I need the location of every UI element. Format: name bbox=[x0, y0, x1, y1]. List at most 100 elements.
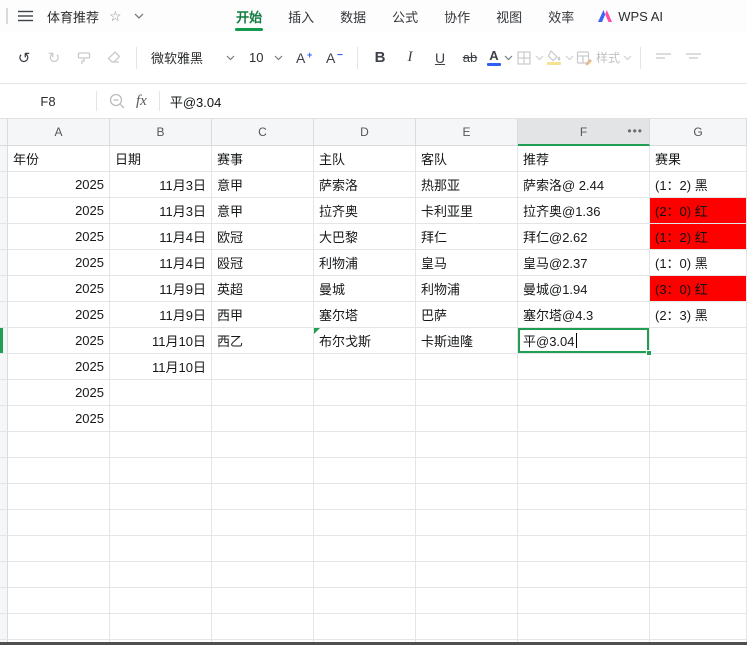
cell-G5[interactable]: (1：0) 黑 bbox=[650, 250, 747, 276]
cell-D11[interactable] bbox=[314, 406, 416, 432]
cell-E14[interactable] bbox=[416, 484, 518, 510]
ribbon-tab-6[interactable]: 视图 bbox=[483, 0, 535, 32]
cell-G13[interactable] bbox=[650, 458, 747, 484]
cell-A4[interactable]: 2025 bbox=[8, 224, 110, 250]
cell-E5[interactable]: 皇马 bbox=[416, 250, 518, 276]
row-header-5[interactable] bbox=[0, 250, 8, 276]
cell-A14[interactable] bbox=[8, 484, 110, 510]
cell-F4[interactable]: 拜仁@2.62 bbox=[518, 224, 650, 250]
cell-F17[interactable] bbox=[518, 562, 650, 588]
cell-F15[interactable] bbox=[518, 510, 650, 536]
column-header-F[interactable]: F ••• bbox=[518, 119, 650, 146]
column-options-icon[interactable]: ••• bbox=[627, 123, 643, 137]
cell-C2[interactable]: 意甲 bbox=[212, 172, 314, 198]
cell-C10[interactable] bbox=[212, 380, 314, 406]
cell-E19[interactable] bbox=[416, 614, 518, 640]
cell-G15[interactable] bbox=[650, 510, 747, 536]
cell-B10[interactable] bbox=[110, 380, 212, 406]
row-header-12[interactable] bbox=[0, 432, 8, 458]
cell-D8[interactable]: 布尔戈斯 bbox=[314, 328, 416, 354]
cell-A18[interactable] bbox=[8, 588, 110, 614]
cell-D1[interactable]: 主队 bbox=[314, 146, 416, 172]
cell-A9[interactable]: 2025 bbox=[8, 354, 110, 380]
strikethrough-button[interactable]: ab bbox=[456, 43, 484, 73]
cell-G10[interactable] bbox=[650, 380, 747, 406]
cell-D14[interactable] bbox=[314, 484, 416, 510]
cell-C13[interactable] bbox=[212, 458, 314, 484]
cell-E2[interactable]: 热那亚 bbox=[416, 172, 518, 198]
cell-A3[interactable]: 2025 bbox=[8, 198, 110, 224]
cell-F19[interactable] bbox=[518, 614, 650, 640]
cell-A5[interactable]: 2025 bbox=[8, 250, 110, 276]
cell-F12[interactable] bbox=[518, 432, 650, 458]
ribbon-tab-2[interactable]: 插入 bbox=[275, 0, 327, 32]
cell-B16[interactable] bbox=[110, 536, 212, 562]
cell-A19[interactable] bbox=[8, 614, 110, 640]
decrease-font-button[interactable]: A − bbox=[321, 43, 349, 73]
wps-ai-button[interactable]: WPS AI bbox=[597, 9, 663, 24]
favorite-button[interactable]: ☆ bbox=[107, 7, 124, 25]
cell-B18[interactable] bbox=[110, 588, 212, 614]
row-header-4[interactable] bbox=[0, 224, 8, 250]
undo-button[interactable]: ↺ bbox=[10, 43, 38, 73]
document-title[interactable]: 体育推荐 bbox=[47, 7, 99, 26]
cell-B13[interactable] bbox=[110, 458, 212, 484]
row-header-18[interactable] bbox=[0, 588, 8, 614]
row-header-corner[interactable] bbox=[0, 119, 8, 146]
cell-B6[interactable]: 11月9日 bbox=[110, 276, 212, 302]
formula-input[interactable]: 平@3.04 bbox=[170, 92, 747, 111]
font-color-button[interactable]: A bbox=[486, 43, 514, 73]
row-header-15[interactable] bbox=[0, 510, 8, 536]
row-header-16[interactable] bbox=[0, 536, 8, 562]
cell-G19[interactable] bbox=[650, 614, 747, 640]
cell-style-button[interactable]: 样式 bbox=[576, 43, 632, 73]
cell-G6[interactable]: (3：0) 红 bbox=[650, 276, 747, 302]
cell-C17[interactable] bbox=[212, 562, 314, 588]
ribbon-tab-5[interactable]: 协作 bbox=[431, 0, 483, 32]
cell-A11[interactable]: 2025 bbox=[8, 406, 110, 432]
row-header-10[interactable] bbox=[0, 380, 8, 406]
cell-C19[interactable] bbox=[212, 614, 314, 640]
borders-button[interactable] bbox=[516, 43, 544, 73]
cell-B15[interactable] bbox=[110, 510, 212, 536]
column-header-C[interactable]: C bbox=[212, 119, 314, 146]
cell-F18[interactable] bbox=[518, 588, 650, 614]
ribbon-tab-4[interactable]: 公式 bbox=[379, 0, 431, 32]
column-header-B[interactable]: B bbox=[110, 119, 212, 146]
cell-C12[interactable] bbox=[212, 432, 314, 458]
ribbon-tab-1[interactable]: 开始 bbox=[223, 0, 275, 32]
underline-button[interactable]: U bbox=[426, 43, 454, 73]
cell-C14[interactable] bbox=[212, 484, 314, 510]
font-size-select[interactable]: 10 bbox=[243, 43, 289, 73]
cell-E11[interactable] bbox=[416, 406, 518, 432]
format-painter-button[interactable] bbox=[70, 43, 98, 73]
cell-F10[interactable] bbox=[518, 380, 650, 406]
cell-D12[interactable] bbox=[314, 432, 416, 458]
fill-handle[interactable] bbox=[646, 350, 652, 356]
cell-A12[interactable] bbox=[8, 432, 110, 458]
cell-B14[interactable] bbox=[110, 484, 212, 510]
main-menu-button[interactable] bbox=[16, 8, 35, 24]
cell-A2[interactable]: 2025 bbox=[8, 172, 110, 198]
cell-B5[interactable]: 11月4日 bbox=[110, 250, 212, 276]
cell-G17[interactable] bbox=[650, 562, 747, 588]
row-header-6[interactable] bbox=[0, 276, 8, 302]
cell-B3[interactable]: 11月3日 bbox=[110, 198, 212, 224]
cell-G1[interactable]: 赛果 bbox=[650, 146, 747, 172]
column-header-E[interactable]: E bbox=[416, 119, 518, 146]
cell-C1[interactable]: 赛事 bbox=[212, 146, 314, 172]
row-header-13[interactable] bbox=[0, 458, 8, 484]
cell-D15[interactable] bbox=[314, 510, 416, 536]
title-dropdown-button[interactable] bbox=[132, 11, 146, 21]
cell-G3[interactable]: (2：0) 红 bbox=[650, 198, 747, 224]
cell-E1[interactable]: 客队 bbox=[416, 146, 518, 172]
cell-A17[interactable] bbox=[8, 562, 110, 588]
cell-E10[interactable] bbox=[416, 380, 518, 406]
row-header-11[interactable] bbox=[0, 406, 8, 432]
cell-D10[interactable] bbox=[314, 380, 416, 406]
cell-F7[interactable]: 塞尔塔@4.3 bbox=[518, 302, 650, 328]
cell-E15[interactable] bbox=[416, 510, 518, 536]
cell-D16[interactable] bbox=[314, 536, 416, 562]
cell-D7[interactable]: 塞尔塔 bbox=[314, 302, 416, 328]
row-header-8[interactable] bbox=[0, 328, 8, 354]
